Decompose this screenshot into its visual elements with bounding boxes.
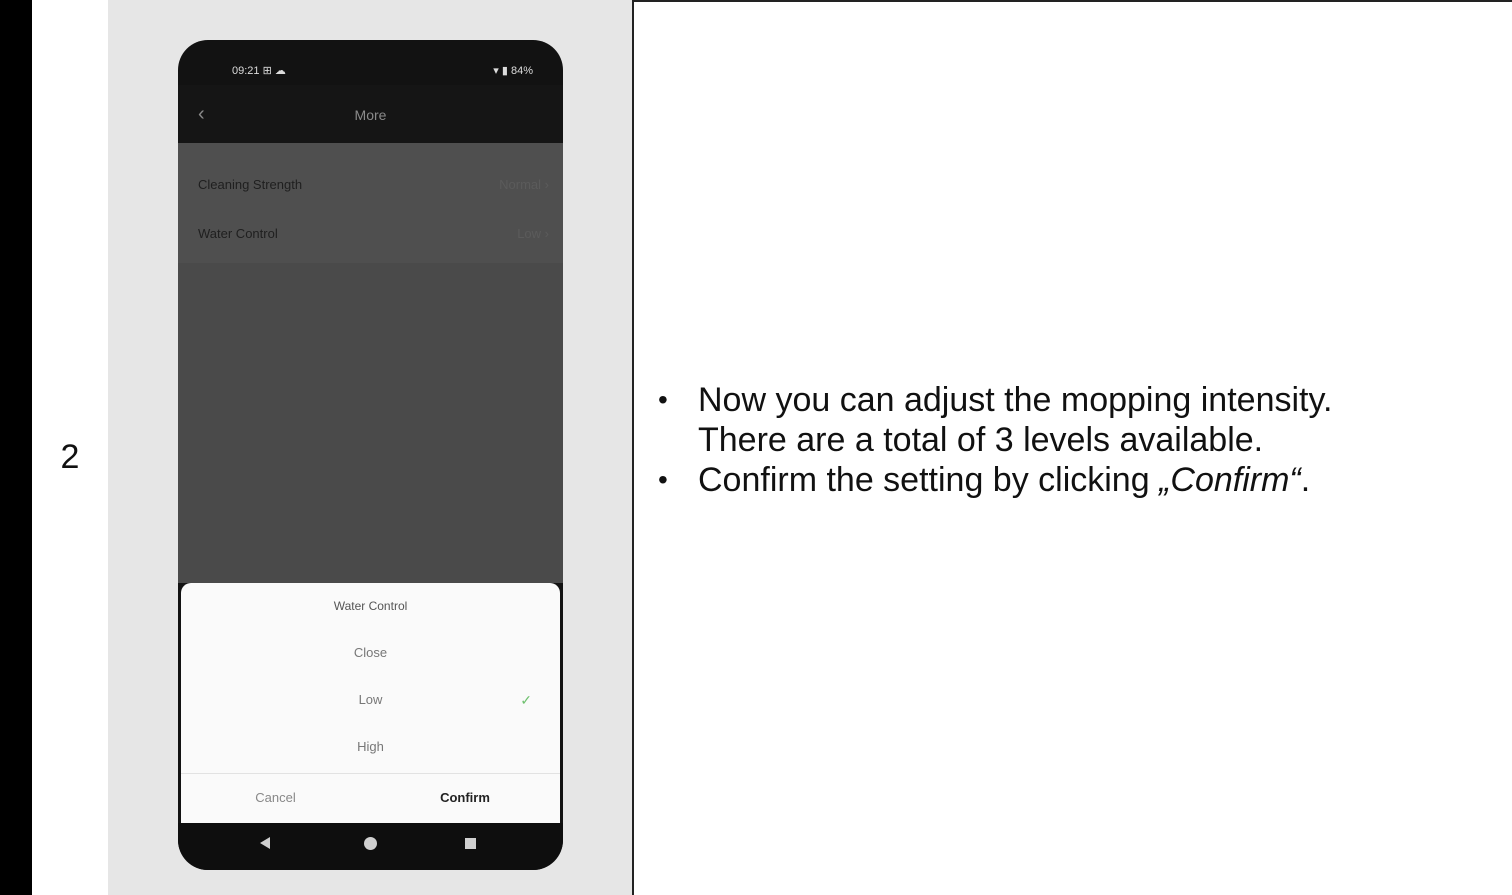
sheet-divider [181,773,560,774]
dimmed-content: Cleaning Strength Normal › Water Control… [178,143,563,583]
nav-home-icon[interactable] [364,837,377,850]
instruction-text-end: . [1300,461,1311,499]
option-close[interactable]: Close [181,645,560,669]
option-label: High [357,739,384,754]
setting-label: Water Control [198,226,278,241]
nav-back-icon[interactable] [260,837,270,849]
instruction-list: Now you can adjust the mopping intensity… [658,380,1332,500]
setting-row-water-control[interactable]: Water Control Low › [198,222,549,246]
instruction-text: Confirm the setting by clicking [698,461,1160,499]
option-high[interactable]: High [181,739,560,763]
option-label: Close [353,645,388,660]
app-bar-title: More [354,107,387,123]
checkmark-icon: ✓ [520,692,532,708]
setting-value: Low › [517,226,549,241]
status-bar: 09:21 ⊞ ☁ ▾ ▮ 84% [178,40,563,85]
option-label: Low [358,692,383,707]
left-black-bar [0,0,32,895]
phone-screenshot: 09:21 ⊞ ☁ ▾ ▮ 84% ‹ More Cleaning Streng… [178,40,563,870]
cancel-button[interactable]: Cancel [181,790,370,805]
instruction-line: There are a total of 3 levels available. [698,421,1264,459]
instruction-emphasis: „Confirm“ [1159,461,1301,499]
setting-label: Cleaning Strength [198,177,303,192]
instruction-item: Now you can adjust the mopping intensity… [658,380,1332,460]
nav-recents-icon[interactable] [465,838,476,849]
water-control-sheet: Water Control Close Low ✓ High Cancel Co… [181,583,560,823]
instruction-item: Confirm the setting by clicking „Confirm… [658,460,1332,500]
option-low[interactable]: Low ✓ [181,692,560,716]
step-number-cell: 2 [32,0,108,895]
system-nav-bar [178,823,563,870]
instruction-line: Now you can adjust the mopping intensity… [698,381,1333,419]
setting-row-cleaning-strength[interactable]: Cleaning Strength Normal › [198,173,549,197]
status-time: 09:21 ⊞ ☁ [232,65,286,77]
status-indicators: ▾ ▮ 84% [493,65,533,77]
sheet-title: Water Control [333,599,408,613]
instructions-cell: Now you can adjust the mopping intensity… [634,0,1512,895]
app-bar: ‹ More [178,85,563,143]
settings-list: Cleaning Strength Normal › Water Control… [178,143,563,263]
confirm-button[interactable]: Confirm [370,790,560,805]
setting-value: Normal › [499,177,549,192]
step-number: 2 [60,438,80,476]
